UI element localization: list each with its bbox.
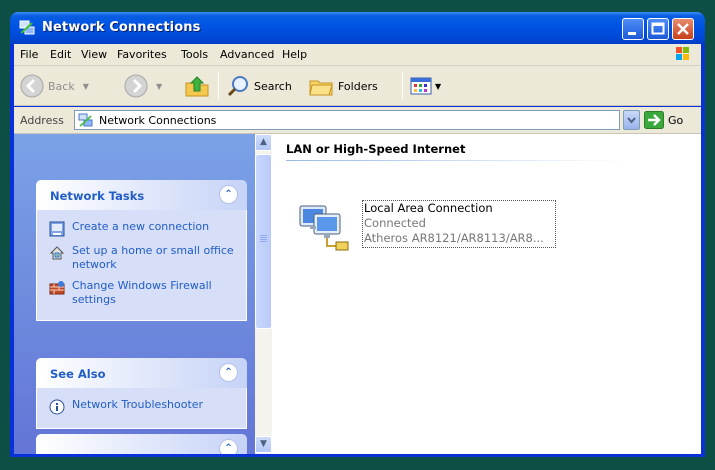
folders-label: Folders [338,79,378,93]
close-icon [677,23,689,35]
scroll-up-button[interactable]: ▲ [255,134,272,151]
close-button[interactable] [672,18,694,40]
task-firewall[interactable]: Change Windows Firewall settings [37,275,246,310]
task-label: Network Troubleshooter [72,398,204,411]
forward-arrow-icon [124,74,148,98]
minimize-icon [628,32,636,35]
collapse-icon[interactable]: ⌃ [219,439,238,454]
network-tasks-title: Network Tasks [50,189,145,203]
collapse-icon[interactable]: ⌃ [219,185,238,204]
connection-details: Local Area Connection Connected Atheros … [362,200,556,248]
views-button[interactable]: ▼ [410,74,441,98]
scroll-down-button[interactable]: ▼ [255,436,272,453]
task-label: Change Windows Firewall settings [72,279,212,306]
window-title: Network Connections [42,20,201,35]
network-tasks-body: Create a new connection Set up a home or… [36,210,247,321]
up-folder-button[interactable] [184,74,210,98]
search-label: Search [254,79,292,93]
search-icon [227,76,248,97]
new-connection-icon [49,221,65,237]
address-label: Address [20,114,64,127]
scroll-thumb[interactable] [255,154,272,329]
task-label: Set up a home or small office network [72,244,234,271]
menu-view[interactable]: View [81,48,107,61]
info-icon [49,399,65,415]
up-folder-icon [185,76,209,97]
back-arrow-icon [20,74,44,98]
menu-tools[interactable]: Tools [181,48,208,61]
details-panel: ⌃ [36,434,247,454]
toolbar-separator [218,72,219,100]
connection-device: Atheros AR8121/AR8113/AR8... [364,231,544,245]
maximize-button[interactable] [647,18,669,40]
see-also-body: Network Troubleshooter [36,388,247,429]
group-divider [286,160,626,161]
windows-logo-icon [676,47,689,60]
back-dropdown-icon[interactable]: ▼ [83,82,89,91]
search-button[interactable]: Search [226,74,292,98]
menu-file[interactable]: File [20,48,38,61]
window-border [701,44,705,457]
maximize-icon [651,22,665,35]
home-network-icon [49,246,65,260]
network-connections-icon [19,20,35,35]
go-arrow-icon [644,111,664,129]
see-also-header[interactable]: See Also ⌃ [36,358,247,388]
collapse-icon[interactable]: ⌃ [219,363,238,382]
see-also-panel: See Also ⌃ Network Troubleshooter [36,358,247,429]
go-button[interactable]: Go [644,110,683,130]
task-pane: Network Tasks ⌃ Create a new connection … [14,134,255,454]
views-dropdown-icon[interactable]: ▼ [435,82,441,91]
go-label: Go [668,113,684,127]
content-area: LAN or High-Speed Internet Local Area Co… [272,134,701,454]
forward-dropdown-icon[interactable]: ▼ [156,82,162,91]
menu-favorites[interactable]: Favorites [117,48,167,61]
toolbar-separator [402,72,403,100]
menu-edit[interactable]: Edit [50,48,71,61]
views-icon [410,77,432,95]
connection-status: Connected [364,216,426,230]
menu-advanced[interactable]: Advanced [220,48,274,61]
menu-bar: File Edit View Favorites Tools Advanced … [14,44,701,66]
see-also-title: See Also [50,367,106,381]
minimize-button[interactable] [622,18,644,40]
task-label: Create a new connection [72,220,210,233]
details-header[interactable]: ⌃ [36,434,247,454]
toolbar: Back ▼ ▼ Search Folders ▼ [14,66,701,106]
explorer-window: Network Connections File Edit View Favor… [10,12,705,457]
title-bar[interactable]: Network Connections [10,12,705,44]
forward-button[interactable]: ▼ [124,74,162,98]
local-area-connection-item[interactable]: Local Area Connection Connected Atheros … [296,196,556,258]
connection-name: Local Area Connection [364,201,493,215]
task-network-troubleshooter[interactable]: Network Troubleshooter [37,394,246,418]
menu-help[interactable]: Help [282,48,307,61]
back-label: Back [48,79,75,93]
lan-connection-icon [299,205,349,251]
network-tasks-panel: Network Tasks ⌃ Create a new connection … [36,180,247,321]
chevron-down-icon [627,117,636,124]
network-connections-icon [78,113,93,127]
folders-icon [309,80,333,96]
address-dropdown-button[interactable] [623,110,640,130]
folders-button[interactable]: Folders [308,74,378,98]
address-value: Network Connections [99,114,217,127]
network-tasks-header[interactable]: Network Tasks ⌃ [36,180,247,210]
address-bar: Address Network Connections Go [14,107,701,134]
firewall-icon [49,281,65,295]
back-button[interactable]: Back ▼ [20,74,89,98]
task-home-network[interactable]: Set up a home or small office network [37,240,246,275]
scroll-grip-icon [260,235,267,236]
group-title: LAN or High-Speed Internet [286,142,466,156]
task-create-connection[interactable]: Create a new connection [37,216,246,240]
task-pane-scrollbar[interactable]: ▲ ▼ [255,134,272,454]
address-input[interactable]: Network Connections [74,110,620,130]
